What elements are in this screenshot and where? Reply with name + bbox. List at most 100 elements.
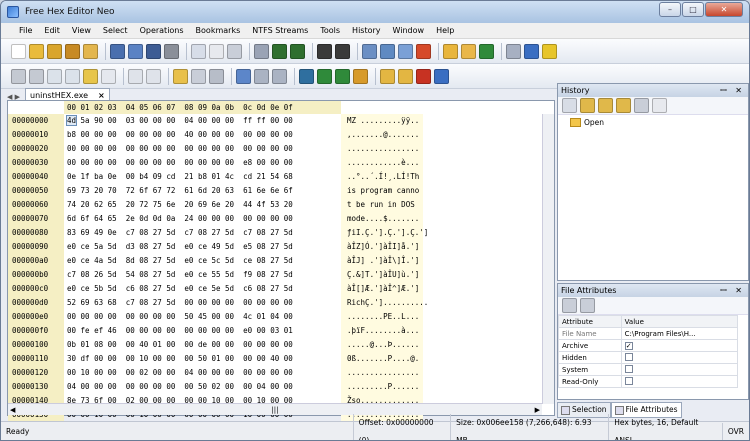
- copy-icon[interactable]: [209, 43, 224, 59]
- minimize-button[interactable]: –: [659, 2, 681, 17]
- new-file-icon[interactable]: [11, 43, 26, 59]
- save-icon[interactable]: [110, 43, 125, 59]
- checkbox-icon[interactable]: [624, 364, 633, 373]
- history-options-icon[interactable]: [652, 98, 667, 113]
- hex-row[interactable]: 00000120 00 10 00 00 00 02 00 00 04 00 00…: [8, 366, 554, 380]
- undo-icon[interactable]: [11, 68, 26, 84]
- history-clear-icon[interactable]: [562, 98, 577, 113]
- binary-icon[interactable]: [416, 68, 431, 84]
- hex-row[interactable]: 000000c0 e0 ce 5b 5d c6 08 27 5d e0 ce 5e…: [8, 282, 554, 296]
- text-format-icon[interactable]: [290, 43, 305, 59]
- row-hex-bytes[interactable]: 69 73 20 70 72 6f 67 72 61 6d 20 63 61 6…: [64, 184, 341, 198]
- zoom-in-icon[interactable]: [254, 68, 269, 84]
- row-hex-bytes[interactable]: 0b 01 08 00 00 40 01 00 00 de 00 00 00 0…: [64, 338, 341, 352]
- hex-row[interactable]: 00000080 83 69 49 0e c7 08 27 5d c7 08 27…: [8, 226, 554, 240]
- hex-row[interactable]: 000000f0 00 fe ef 46 00 00 00 00 00 00 00…: [8, 324, 554, 338]
- select-icon[interactable]: [128, 68, 143, 84]
- attribute-value[interactable]: C:\Program Files\H...: [620, 327, 739, 340]
- menu-history[interactable]: History: [346, 23, 386, 39]
- delete-icon[interactable]: [101, 68, 116, 84]
- row-ascii[interactable]: ............è...: [341, 156, 423, 170]
- open-folder-icon[interactable]: [29, 43, 44, 59]
- pencil-icon[interactable]: [434, 68, 449, 84]
- row-ascii[interactable]: .þïF........à...: [341, 324, 423, 338]
- row-hex-bytes[interactable]: 00 00 00 00 00 00 00 00 00 00 00 00 e8 0…: [64, 156, 341, 170]
- bookmark-list-icon[interactable]: [191, 68, 206, 84]
- row-hex-bytes[interactable]: 4d 5a 90 00 03 00 00 00 04 00 00 00 ff f…: [64, 114, 341, 128]
- row-hex-bytes[interactable]: 30 df 00 00 00 10 00 00 00 50 01 00 00 0…: [64, 352, 341, 366]
- checkbox-icon[interactable]: [624, 376, 633, 385]
- find-replace-icon[interactable]: [380, 43, 395, 59]
- row-ascii[interactable]: ........PE..L...: [341, 310, 423, 324]
- row-ascii[interactable]: MZ .........ÿÿ..: [341, 114, 423, 128]
- web-icon[interactable]: [479, 43, 494, 59]
- row-ascii[interactable]: is program canno: [341, 184, 423, 198]
- row-ascii[interactable]: àÎ[]Æ.']àÎ^]Æ.']: [341, 282, 423, 296]
- row-ascii[interactable]: ..°..´.Í!¸.LÍ!Th: [341, 170, 423, 184]
- row-hex-bytes[interactable]: b8 00 00 00 00 00 00 00 40 00 00 00 00 0…: [64, 128, 341, 142]
- find-next-icon[interactable]: [398, 43, 413, 59]
- row-hex-bytes[interactable]: e0 ce 5b 5d c6 08 27 5d e0 ce 5e 5d c6 0…: [64, 282, 341, 296]
- scroll-grip[interactable]: |||: [271, 406, 278, 414]
- attribute-row[interactable]: System: [558, 363, 739, 376]
- menu-bookmarks[interactable]: Bookmarks: [190, 23, 247, 39]
- hex-row[interactable]: 00000110 30 df 00 00 00 10 00 00 00 50 01…: [8, 352, 554, 366]
- row-ascii[interactable]: 0ß.......P....@.: [341, 352, 423, 366]
- row-ascii[interactable]: mode....$.......: [341, 212, 423, 226]
- close-file-icon[interactable]: [191, 43, 206, 59]
- row-hex-bytes[interactable]: 00 00 00 00 00 00 00 00 50 45 00 00 4c 0…: [64, 310, 341, 324]
- attribute-value[interactable]: [620, 351, 739, 364]
- hex-row[interactable]: 000000b0 c7 08 26 5d 54 08 27 5d e0 ce 55…: [8, 268, 554, 282]
- menu-select[interactable]: Select: [97, 23, 134, 39]
- hex-format-icon[interactable]: [272, 43, 287, 59]
- menu-operations[interactable]: Operations: [134, 23, 190, 39]
- puzzle-icon[interactable]: [416, 43, 431, 59]
- hex-row[interactable]: 00000130 04 00 00 00 00 00 00 00 00 50 02…: [8, 380, 554, 394]
- row-hex-bytes[interactable]: e0 ce 5a 5d d3 08 27 5d e0 ce 49 5d e5 0…: [64, 240, 341, 254]
- menu-ntfs-streams[interactable]: NTFS Streams: [246, 23, 314, 39]
- history-undo-icon[interactable]: [580, 98, 595, 113]
- hex-row[interactable]: 00000100 0b 01 08 00 00 40 01 00 00 de 00…: [8, 338, 554, 352]
- menu-view[interactable]: View: [66, 23, 97, 39]
- mail-icon[interactable]: [461, 43, 476, 59]
- hex-row[interactable]: 000000a0 e0 ce 4a 5d 8d 08 27 5d e0 ce 5c…: [8, 254, 554, 268]
- find-icon[interactable]: [362, 43, 377, 59]
- row-hex-bytes[interactable]: 00 00 00 00 00 00 00 00 00 00 00 00 00 0…: [64, 142, 341, 156]
- panel-pin-close[interactable]: ꟷ ✕: [720, 84, 748, 97]
- row-ascii[interactable]: RichÇ.']..........: [341, 296, 428, 310]
- attribute-value[interactable]: ✓: [620, 339, 739, 352]
- checkbox-icon[interactable]: ✓: [624, 341, 633, 350]
- hex-row[interactable]: 000000d0 52 69 63 68 c7 08 27 5d 00 00 00…: [8, 296, 554, 310]
- tab-close-icon[interactable]: ×: [98, 91, 105, 100]
- attribute-row[interactable]: File Name C:\Program Files\H...: [558, 327, 739, 340]
- vertical-scrollbar[interactable]: [542, 114, 554, 404]
- grid-icon[interactable]: [506, 43, 521, 59]
- row-hex-bytes[interactable]: 0e 1f ba 0e 00 b4 09 cd 21 b8 01 4c cd 2…: [64, 170, 341, 184]
- redo-icon[interactable]: [29, 68, 44, 84]
- menu-edit[interactable]: Edit: [38, 23, 66, 39]
- menu-tools[interactable]: Tools: [314, 23, 346, 39]
- row-hex-bytes[interactable]: 00 10 00 00 00 02 00 00 04 00 00 00 00 0…: [64, 366, 341, 380]
- row-hex-bytes[interactable]: 00 fe ef 46 00 00 00 00 00 00 00 00 e0 0…: [64, 324, 341, 338]
- menu-window[interactable]: Window: [387, 23, 431, 39]
- help-icon[interactable]: [524, 43, 539, 59]
- hex-row[interactable]: 00000000 4d 5a 90 00 03 00 00 00 04 00 00…: [8, 114, 554, 128]
- print-icon[interactable]: [164, 43, 179, 59]
- save-all-icon[interactable]: [146, 43, 161, 59]
- select-all-icon[interactable]: [146, 68, 161, 84]
- lock-open-icon[interactable]: [398, 68, 413, 84]
- open-tool-icon[interactable]: [83, 43, 98, 59]
- row-hex-bytes[interactable]: 6d 6f 64 65 2e 0d 0d 0a 24 00 00 00 00 0…: [64, 212, 341, 226]
- row-ascii[interactable]: àÎJ] .']àÎ\]Î.']: [341, 254, 423, 268]
- attributes-pin-close[interactable]: ꟷ ✕: [720, 284, 748, 297]
- lock-icon[interactable]: [380, 68, 395, 84]
- open-folder-icon[interactable]: [47, 43, 62, 59]
- row-hex-bytes[interactable]: e0 ce 4a 5d 8d 08 27 5d e0 ce 5c 5d ce 0…: [64, 254, 341, 268]
- little-endian-icon[interactable]: [317, 43, 332, 59]
- row-ascii[interactable]: Ç.&]T.']àÎU]ù.']: [341, 268, 423, 282]
- attribute-row[interactable]: Archive ✓: [558, 339, 739, 352]
- edit-copy-icon[interactable]: [65, 68, 80, 84]
- row-hex-bytes[interactable]: c7 08 26 5d 54 08 27 5d e0 ce 55 5d f9 0…: [64, 268, 341, 282]
- row-hex-bytes[interactable]: 74 20 62 65 20 72 75 6e 20 69 6e 20 44 4…: [64, 198, 341, 212]
- big-endian-icon[interactable]: [335, 43, 350, 59]
